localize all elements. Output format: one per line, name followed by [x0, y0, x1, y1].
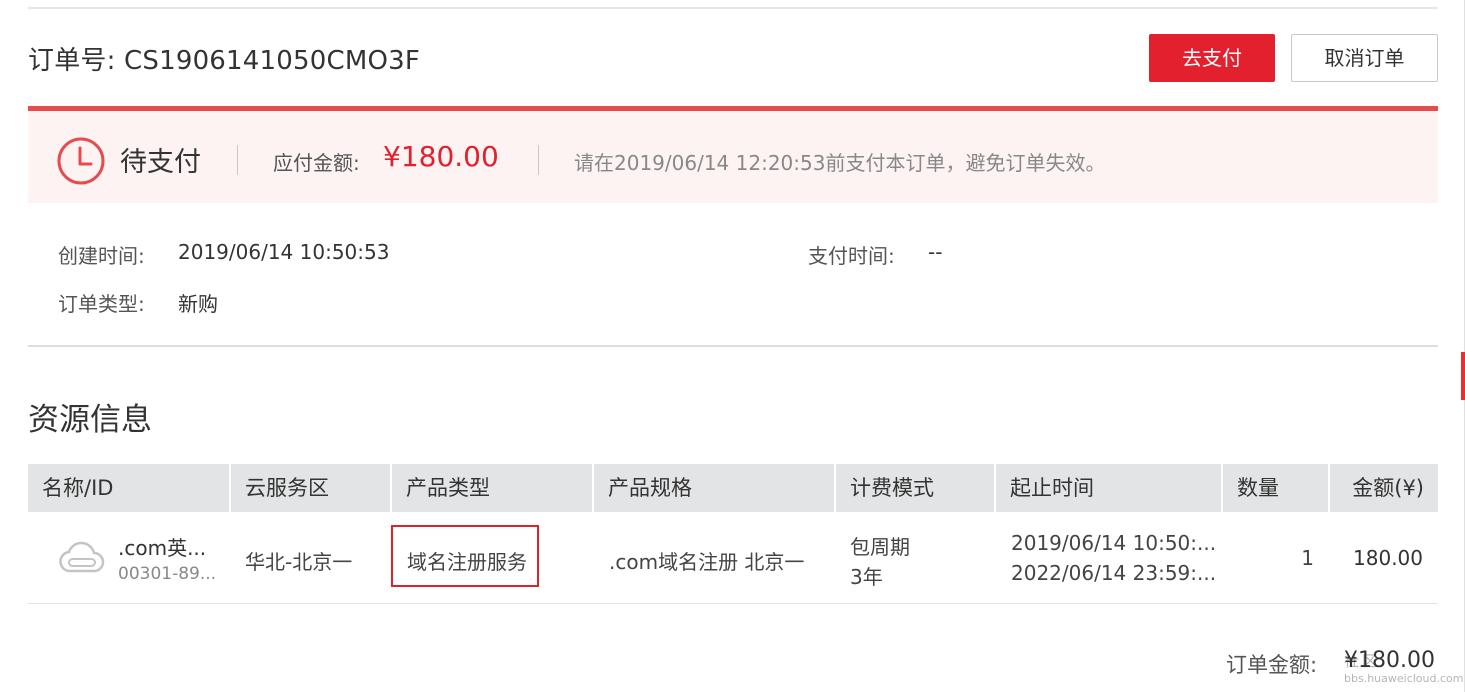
resources-table-header: 名称/ID 云服务区 产品类型 产品规格 计费模式 起止时间 数量 金额(¥) — [28, 464, 1438, 512]
resource-region: 华北-北京一 — [245, 550, 353, 574]
order-status: 待支付 — [120, 147, 201, 178]
due-amount-label: 应付金额: — [273, 151, 360, 175]
created-time-value: 2019/06/14 10:50:53 — [178, 240, 390, 264]
order-number-title: 订单号: CS1906141050CMO3F — [28, 46, 421, 76]
resource-spec: .com域名注册 北京一 — [609, 550, 805, 574]
cancel-order-button[interactable]: 取消订单 — [1291, 34, 1438, 82]
row-divider — [28, 603, 1438, 604]
section-divider — [28, 345, 1438, 347]
cloud-icon — [59, 541, 105, 573]
product-type-highlight — [391, 525, 539, 587]
order-type-value: 新购 — [178, 292, 218, 316]
scrollbar-thumb[interactable] — [1461, 352, 1465, 400]
column-header-amount: 金额(¥) — [1352, 476, 1424, 500]
order-type-label: 订单类型: — [58, 292, 145, 316]
start-time: 2019/06/14 10:50:... — [1011, 531, 1217, 555]
top-divider — [28, 7, 1438, 9]
order-total-label: 订单金额: — [1226, 653, 1318, 677]
column-header-period: 起止时间 — [1010, 476, 1094, 500]
paid-time-value: -- — [928, 240, 943, 264]
column-header-quantity: 数量 — [1237, 476, 1279, 500]
resource-id: 00301-89... — [118, 564, 217, 584]
column-header-billing-mode: 计费模式 — [850, 476, 934, 500]
status-separator — [237, 145, 238, 175]
column-header-spec: 产品规格 — [608, 476, 692, 500]
resources-section-title: 资源信息 — [28, 402, 152, 438]
order-total-value: ¥180.00 — [1344, 648, 1435, 673]
watermark-url: bbs.huaweicloud.com — [1344, 672, 1464, 685]
pay-button[interactable]: 去支付 — [1149, 34, 1275, 82]
resource-quantity: 1 — [1301, 546, 1314, 570]
resource-amount: 180.00 — [1353, 546, 1423, 570]
clock-icon — [57, 137, 105, 185]
billing-mode: 包周期 — [850, 535, 910, 559]
column-header-region: 云服务区 — [245, 476, 329, 500]
resource-name[interactable]: .com英... — [118, 532, 206, 561]
column-header-product-type: 产品类型 — [406, 476, 490, 500]
end-time: 2022/06/14 23:59:... — [1011, 561, 1217, 585]
created-time-label: 创建时间: — [58, 244, 145, 268]
status-separator — [538, 145, 539, 175]
billing-period: 3年 — [850, 565, 883, 589]
column-header-name-id: 名称/ID — [42, 476, 114, 500]
due-amount-value: ¥180.00 — [383, 140, 499, 173]
paid-time-label: 支付时间: — [808, 244, 895, 268]
payment-deadline-notice: 请在2019/06/14 12:20:53前支付本订单，避免订单失效。 — [574, 151, 1106, 175]
